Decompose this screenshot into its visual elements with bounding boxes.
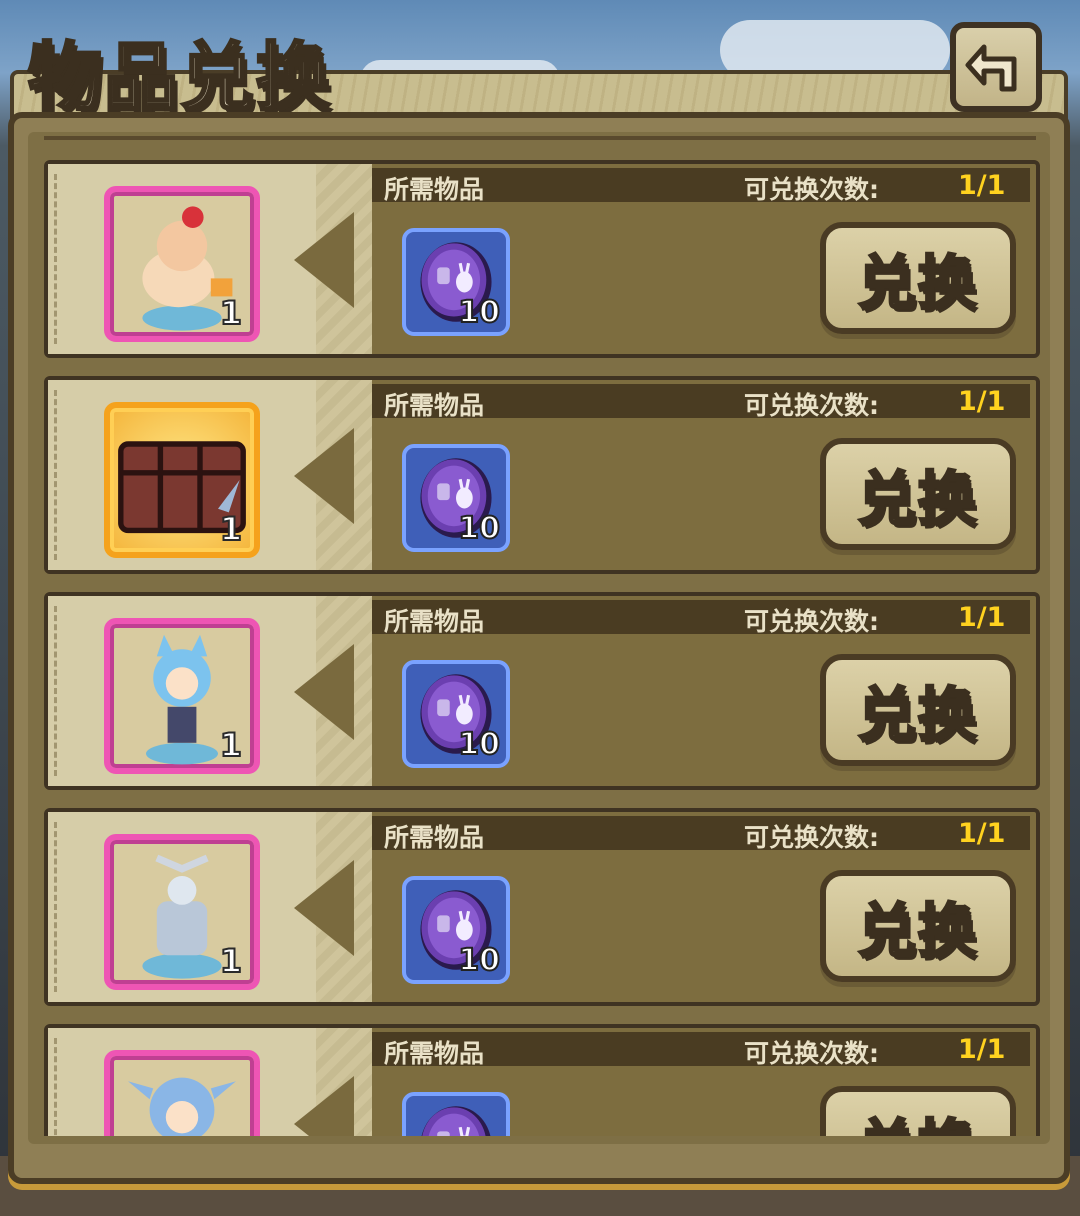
exchange-arrow-icon <box>294 212 354 308</box>
cost-quantity: 10 <box>457 294 501 331</box>
redeem-button-label: 兑换 <box>856 248 978 319</box>
redeem-button[interactable]: 兑换 <box>820 222 1016 334</box>
required-items-label: 所需物品 <box>384 823 485 852</box>
reward-quantity: 1 <box>219 725 243 765</box>
exchange-row: 所需物品 可兑换次数: 1/1 1 10 兑换 <box>44 376 1040 574</box>
exchange-arrow-icon <box>294 644 354 740</box>
required-items-label: 所需物品 <box>384 175 485 204</box>
redeem-button[interactable]: 兑换 <box>820 654 1016 766</box>
exchange-row: 所需物品 可兑换次数: 1/1 兑换 <box>44 1024 1040 1136</box>
reward-item[interactable]: 1 <box>104 618 260 774</box>
exchange-arrow-icon <box>294 428 354 524</box>
exchange-row: 所需物品 可兑换次数: 1/1 1 10 兑换 <box>44 592 1040 790</box>
cost-item[interactable] <box>402 1092 510 1136</box>
redeem-button[interactable]: 兑换 <box>820 870 1016 982</box>
exchange-count-label: 可兑换次数: <box>744 823 879 852</box>
reward-quantity: 1 <box>219 293 243 333</box>
back-button[interactable] <box>950 22 1042 112</box>
cost-item[interactable]: 10 <box>402 660 510 768</box>
divider <box>44 136 1036 140</box>
reward-item[interactable] <box>104 1050 260 1136</box>
exchange-arrow-icon <box>294 860 354 956</box>
exchange-arrow-icon <box>294 1076 354 1136</box>
reward-item[interactable]: 1 <box>104 186 260 342</box>
page-title: 物品兑换 <box>27 34 332 123</box>
reward-quantity: 1 <box>219 941 243 981</box>
exchange-row: 所需物品 可兑换次数: 1/1 1 10 兑换 <box>44 808 1040 1006</box>
cost-item[interactable]: 10 <box>402 444 510 552</box>
required-items-label: 所需物品 <box>384 607 485 636</box>
exchange-count-label: 可兑换次数: <box>744 175 879 204</box>
exchange-count-label: 可兑换次数: <box>744 607 879 636</box>
exchange-screen: { "header": { "title": "物品兑换", "back_ico… <box>0 0 1080 1216</box>
exchange-row: 所需物品 可兑换次数: 1/1 1 10 兑换 <box>44 160 1040 358</box>
redeem-button-label: 兑换 <box>856 1100 978 1137</box>
back-arrow-icon <box>965 44 1017 92</box>
reward-item[interactable]: 1 <box>104 402 260 558</box>
exchange-count-label: 可兑换次数: <box>744 391 879 420</box>
reward-quantity: 1 <box>219 509 243 549</box>
cost-item[interactable]: 10 <box>402 228 510 336</box>
redeem-button[interactable]: 兑换 <box>820 438 1016 550</box>
redeem-button-label: 兑换 <box>856 680 978 751</box>
required-items-label: 所需物品 <box>384 1039 485 1068</box>
exchange-count-value: 1/1 <box>958 818 1006 849</box>
cost-quantity: 10 <box>457 726 501 763</box>
exchange-count-value: 1/1 <box>958 602 1006 633</box>
cost-item[interactable]: 10 <box>402 876 510 984</box>
purple-rabbit-coin-icon <box>421 1106 491 1136</box>
cost-quantity: 10 <box>457 510 501 547</box>
blue-hair-warrior-figurine-icon <box>128 1077 236 1136</box>
exchange-count-value: 1/1 <box>958 386 1006 417</box>
exchange-list[interactable]: 所需物品 可兑换次数: 1/1 1 10 兑换 所需物品 可兑换次数: 1/1 … <box>44 160 1044 1136</box>
redeem-button-label: 兑换 <box>856 464 978 535</box>
exchange-count-label: 可兑换次数: <box>744 1039 879 1068</box>
cost-quantity: 10 <box>457 942 501 979</box>
redeem-button-label: 兑换 <box>856 896 978 967</box>
redeem-button[interactable]: 兑换 <box>820 1086 1016 1136</box>
exchange-count-value: 1/1 <box>958 1034 1006 1065</box>
exchange-count-value: 1/1 <box>958 170 1006 201</box>
required-items-label: 所需物品 <box>384 391 485 420</box>
reward-item[interactable]: 1 <box>104 834 260 990</box>
